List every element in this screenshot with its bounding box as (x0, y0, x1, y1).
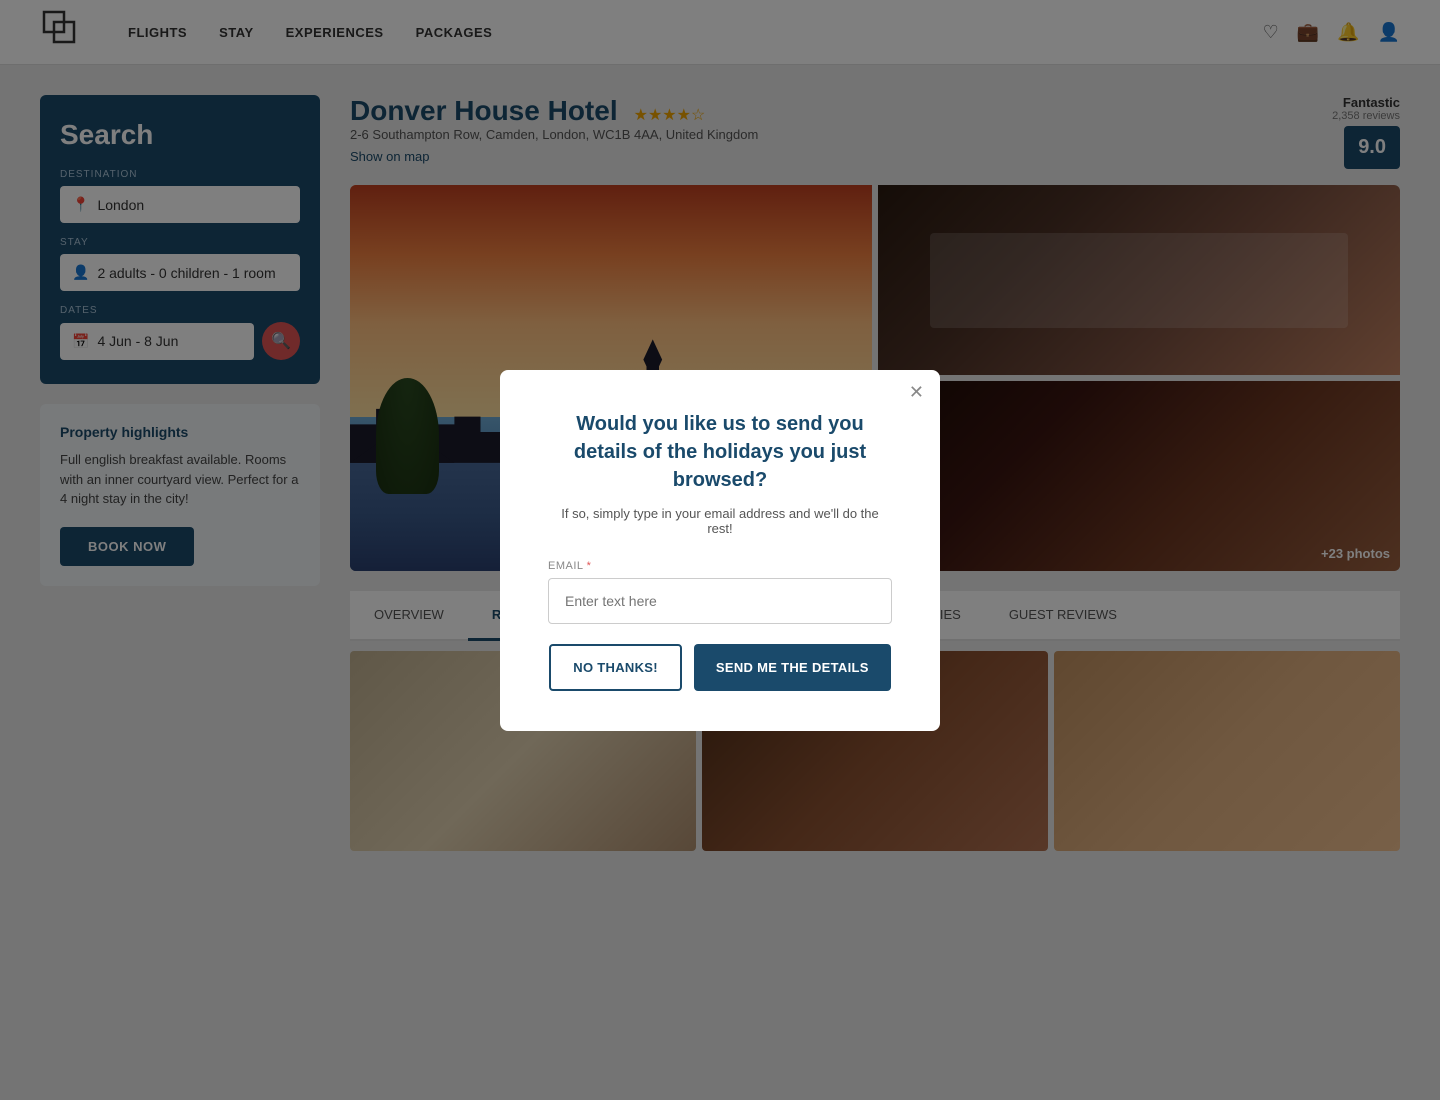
modal-overlay: ✕ Would you like us to send you details … (0, 0, 1440, 1100)
modal-title: Would you like us to send you details of… (548, 410, 892, 494)
email-label: EMAIL * (548, 560, 892, 572)
modal-buttons: NO THANKS! SEND ME THE DETAILS (548, 644, 892, 691)
modal-subtitle: If so, simply type in your email address… (548, 506, 892, 536)
modal: ✕ Would you like us to send you details … (500, 370, 940, 731)
no-thanks-button[interactable]: NO THANKS! (549, 644, 682, 691)
email-input[interactable] (548, 578, 892, 624)
send-details-button[interactable]: SEND ME THE DETAILS (694, 644, 891, 691)
modal-close-button[interactable]: ✕ (909, 382, 924, 403)
